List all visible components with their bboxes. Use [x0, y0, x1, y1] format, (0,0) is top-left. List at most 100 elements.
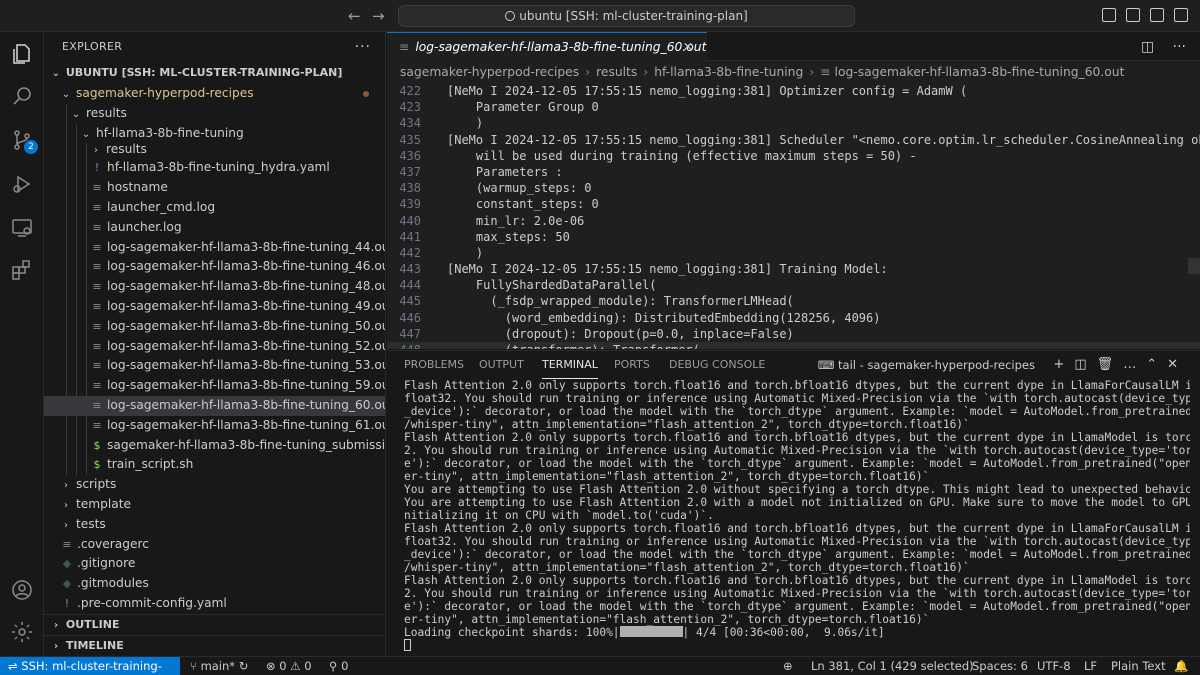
toggle-primary-sidebar-icon[interactable]: [1102, 8, 1116, 22]
tree-file[interactable]: ! hf-llama3-8b-fine-tuning_hydra.yaml: [44, 158, 385, 179]
tree-file[interactable]: ≡ log-sagemaker-hf-llama3-8b-fine-tuning_…: [44, 277, 385, 297]
encoding[interactable]: UTF-8: [1037, 657, 1071, 675]
split-terminal-icon[interactable]: ◫: [1074, 357, 1096, 372]
indent-guide: [76, 277, 77, 297]
terminal-prompt[interactable]: [404, 639, 1190, 652]
tree-file[interactable]: ≡ log-sagemaker-hf-llama3-8b-fine-tuning_…: [44, 376, 385, 396]
workspace-root[interactable]: ⌄ UBUNTU [SSH: ML-CLUSTER-TRAINING-PLAN]: [44, 62, 385, 84]
breadcrumb-item[interactable]: log-sagemaker-hf-llama3-8b-fine-tuning_6…: [835, 65, 1125, 79]
notifications-bell-icon[interactable]: 🔔: [1174, 657, 1188, 675]
tree-file[interactable]: ≡ log-sagemaker-hf-llama3-8b-fine-tuning_…: [44, 296, 385, 317]
line-text: Parameter Group 0: [447, 100, 599, 115]
search-icon[interactable]: [10, 84, 34, 108]
tab-problems[interactable]: PROBLEMS: [404, 351, 464, 379]
tree-file[interactable]: ≡ log-sagemaker-hf-llama3-8b-fine-tuning_…: [44, 336, 385, 357]
tree-folder[interactable]: › tests: [44, 515, 385, 535]
close-panel-icon[interactable]: ✕: [1167, 357, 1188, 372]
chevron-down-icon: ⌄: [61, 89, 71, 100]
toggle-secondary-sidebar-icon[interactable]: [1150, 8, 1164, 22]
tree-file[interactable]: ◆ .gitmodules: [44, 574, 385, 594]
line-number: 436: [399, 148, 421, 163]
more-actions-icon[interactable]: …: [1123, 357, 1146, 372]
tab-output[interactable]: OUTPUT: [479, 351, 524, 379]
new-terminal-icon[interactable]: +: [1053, 357, 1074, 372]
remote-label: SSH: ml-cluster-training-plan: [21, 659, 162, 673]
terminal-line: You are attempting to use Flash Attentio…: [404, 483, 1190, 496]
indent-guide: [66, 336, 67, 357]
breadcrumb-item[interactable]: sagemaker-hyperpod-recipes: [400, 65, 579, 79]
tree-file[interactable]: ≡ log-sagemaker-hf-llama3-8b-fine-tuning_…: [44, 395, 385, 416]
toggle-panel-icon[interactable]: [1126, 8, 1140, 22]
branch-status[interactable]: ⑂ main* ↻: [190, 657, 248, 675]
tree-file[interactable]: ◆ .gitignore: [44, 554, 385, 574]
tree-item-label: .gitmodules: [77, 576, 149, 591]
outline-section[interactable]: › OUTLINE: [44, 614, 385, 634]
remote-explorer-icon[interactable]: [10, 216, 34, 240]
settings-gear-icon[interactable]: [10, 620, 34, 644]
tree-file[interactable]: $ train_script.sh: [44, 455, 385, 476]
tree-file[interactable]: ≡ hostname: [44, 178, 385, 198]
split-editor-icon[interactable]: ◫: [1141, 39, 1154, 55]
tree-file[interactable]: ≡ log-sagemaker-hf-llama3-8b-fine-tuning_…: [44, 356, 385, 377]
accounts-icon[interactable]: [10, 578, 34, 602]
tree-folder[interactable]: › scripts: [44, 475, 385, 495]
indent-guide: [76, 143, 77, 159]
editor-tab-active[interactable]: ≡ log-sagemaker-hf-llama3-8b-fine-tuning_…: [387, 32, 707, 61]
tree-folder[interactable]: › template: [44, 495, 385, 515]
indentation[interactable]: Spaces: 6: [972, 657, 1028, 675]
tree-item-label: train_script.sh: [107, 457, 194, 472]
cursor-position[interactable]: Ln 381, Col 1 (429 selected): [811, 657, 974, 675]
timeline-section[interactable]: › TIMELINE: [44, 635, 385, 655]
tree-folder[interactable]: › results: [44, 143, 385, 159]
tree-folder[interactable]: ⌄ hf-llama3-8b-fine-tuning: [44, 123, 385, 144]
tree-file[interactable]: ≡ launcher.log: [44, 217, 385, 238]
code-view[interactable]: 422 [NeMo I 2024-12-05 17:55:15 nemo_logg…: [387, 83, 1200, 349]
tree-file[interactable]: ≡ launcher_cmd.log: [44, 197, 385, 218]
tree-file[interactable]: ≡ .coveragerc: [44, 535, 385, 555]
language-mode[interactable]: Plain Text: [1111, 657, 1166, 675]
ports-status[interactable]: ⚲ 0: [329, 657, 348, 675]
tab-terminal[interactable]: TERMINAL: [542, 351, 598, 379]
close-tab-icon[interactable]: ✕: [683, 33, 693, 61]
kill-terminal-icon[interactable]: 🗑: [1097, 357, 1124, 372]
explorer-icon[interactable]: [10, 42, 34, 66]
tree-item-label: log-sagemaker-hf-llama3-8b-fine-tuning_5…: [107, 318, 386, 333]
problems-status[interactable]: ⊗ 0 ⚠ 0: [266, 657, 312, 675]
zoom-icon[interactable]: ⊕: [783, 657, 793, 675]
tree-item-label: hf-llama3-8b-fine-tuning_hydra.yaml: [107, 160, 330, 175]
tree-folder[interactable]: ⌄ results: [44, 103, 385, 124]
more-actions-icon[interactable]: ···: [355, 32, 371, 62]
terminal-output[interactable]: Flash Attention 2.0 only supports torch.…: [387, 379, 1200, 652]
tree-file[interactable]: $ sagemaker-hf-llama3-8b-fine-tuning_subm…: [44, 435, 385, 456]
tree-file[interactable]: ≡ log-sagemaker-hf-llama3-8b-fine-tuning_…: [44, 237, 385, 258]
line-text: FullyShardedDataParallel(: [447, 278, 657, 293]
tree-file[interactable]: ≡ log-sagemaker-hf-llama3-8b-fine-tuning_…: [44, 415, 385, 436]
indent-guide: [66, 197, 67, 218]
tree-file[interactable]: ! .pre-commit-config.yaml: [44, 594, 385, 614]
command-center-search[interactable]: ubuntu [SSH: ml-cluster-training-plan]: [398, 5, 855, 27]
indent-guide: [66, 237, 67, 258]
extensions-icon[interactable]: [10, 258, 34, 282]
breadcrumb-item[interactable]: results: [596, 65, 637, 79]
end-of-line[interactable]: LF: [1084, 657, 1097, 675]
source-control-icon[interactable]: 2: [10, 128, 38, 154]
tab-ports[interactable]: PORTS: [614, 351, 650, 379]
chevron-right-icon: ›: [64, 519, 68, 531]
breadcrumb-item[interactable]: hf-llama3-8b-fine-tuning: [654, 65, 803, 79]
editor-scrollbar[interactable]: [1188, 258, 1200, 274]
back-arrow-icon[interactable]: ←: [348, 7, 361, 25]
tree-file[interactable]: ≡ log-sagemaker-hf-llama3-8b-fine-tuning_…: [44, 316, 386, 337]
forward-arrow-icon[interactable]: →: [372, 7, 385, 25]
run-debug-icon[interactable]: [10, 172, 34, 196]
shell-file-icon: $: [93, 458, 101, 472]
customize-layout-icon[interactable]: [1174, 8, 1188, 22]
remote-indicator[interactable]: ⇌ SSH: ml-cluster-training-plan: [0, 657, 180, 675]
terminal-selector[interactable]: ⌨ tail - sagemaker-hyperpod-recipes: [818, 351, 1035, 379]
tree-file[interactable]: ≡ log-sagemaker-hf-llama3-8b-fine-tuning_…: [44, 257, 385, 278]
terminal-line: er-tiny", attn_implementation="flash_att…: [404, 470, 930, 483]
tab-debug-console[interactable]: DEBUG CONSOLE: [669, 351, 765, 379]
bottom-panel: PROBLEMS OUTPUT TERMINAL PORTS DEBUG CON…: [387, 350, 1200, 656]
tree-folder[interactable]: ⌄ sagemaker-hyperpod-recipes: [44, 84, 385, 104]
more-actions-icon[interactable]: ···: [1173, 39, 1186, 55]
maximize-panel-icon[interactable]: ⌃: [1146, 357, 1167, 372]
